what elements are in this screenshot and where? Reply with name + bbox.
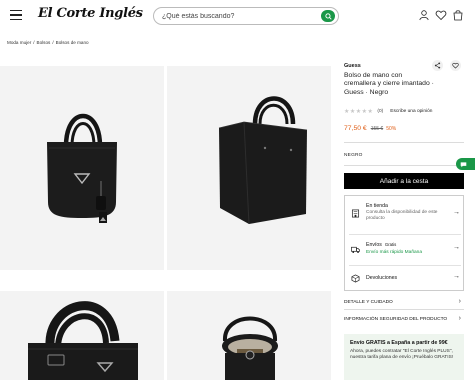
floating-chat-button[interactable] [456, 158, 475, 170]
search-bar[interactable] [153, 7, 339, 25]
share-icon [434, 62, 441, 69]
chevron-right-icon: › [458, 315, 461, 322]
arrow-right-icon: → [453, 209, 460, 216]
accordion-product-safety[interactable]: INFORMACIÓN SEGURIDAD DEL PRODUCTO › [344, 315, 464, 322]
handbag-side-illustration [218, 96, 308, 225]
breadcrumb-item[interactable]: Moda mujer [7, 40, 31, 45]
handbag-front-illustration [47, 113, 117, 223]
handbag-detail-illustration [28, 301, 138, 380]
shipping-promo-banner: Envío GRATIS a España a partir de 99€ Ah… [344, 334, 464, 380]
accordion-detail-care[interactable]: DETALLE Y CUIDADO › [344, 298, 464, 305]
chat-icon [460, 161, 467, 167]
breadcrumb: Moda mujer / Bolsos / Bolsos de mano [7, 40, 89, 45]
divider [344, 142, 464, 143]
rating-stars: ★★★★★ [344, 109, 374, 115]
truck-icon [351, 246, 360, 254]
product-gallery [0, 66, 331, 380]
handbag-inside-illustration [222, 316, 278, 380]
store-option-title: En tienda [366, 203, 388, 209]
shipping-option-title: Envíos Gratis [366, 242, 396, 248]
arrow-right-icon: → [453, 244, 460, 251]
write-review-link[interactable]: Escribe una opinión [390, 109, 432, 114]
product-brand[interactable]: Guess [344, 63, 361, 69]
search-input[interactable] [162, 10, 312, 23]
product-image-side[interactable] [167, 66, 331, 270]
store-availability-option[interactable]: En tienda Consulta la disponibilidad de … [345, 196, 465, 234]
product-image-detail[interactable] [0, 291, 164, 380]
shipping-promo-text: Ahora, puedes contratar "El Corte Inglés… [350, 348, 454, 360]
accordion-detail-label: DETALLE Y CUIDADO [344, 300, 393, 305]
divider [344, 165, 464, 166]
shipping-title-text: Envíos [366, 242, 382, 248]
store-option-subtitle: Consulta la disponibilidad de este produ… [366, 210, 438, 222]
product-image-front[interactable] [0, 66, 164, 270]
arrow-right-icon: → [453, 273, 460, 280]
returns-option-title: Devoluciones [366, 275, 398, 281]
product-title: Bolso de mano con cremallera y cierre im… [344, 72, 434, 96]
discount-badge: 50% [386, 126, 397, 132]
free-shipping-badge: Gratis [384, 242, 397, 247]
chevron-right-icon: › [458, 298, 461, 305]
returns-icon [351, 274, 360, 283]
share-button[interactable] [432, 60, 443, 71]
store-icon [351, 209, 360, 218]
favorite-button[interactable] [450, 60, 461, 71]
selected-color: NEGRO [344, 153, 363, 158]
returns-option[interactable]: Devoluciones → [345, 266, 465, 292]
price-row: 77,50 €155 €50% [344, 125, 396, 132]
site-header: El Corte Inglés [0, 0, 475, 32]
shopping-bag-icon[interactable] [452, 9, 464, 21]
add-to-cart-button[interactable]: Añadir a la cesta [344, 173, 464, 189]
menu-icon[interactable] [10, 10, 22, 21]
breadcrumb-item[interactable]: Bolsos [37, 40, 51, 45]
shipping-option[interactable]: Envíos Gratis Envío más rápido Mañana → [345, 235, 465, 265]
rating-count: (0) [377, 109, 384, 114]
original-price: 155 € [370, 126, 384, 132]
heart-icon[interactable] [435, 9, 447, 21]
accordion-safety-label: INFORMACIÓN SEGURIDAD DEL PRODUCTO [344, 317, 448, 322]
shipping-promo-title: Envío GRATIS a España a partir de 99€ [350, 340, 448, 346]
search-button[interactable] [321, 10, 335, 22]
breadcrumb-item[interactable]: Bolsos de mano [56, 40, 89, 45]
site-logo[interactable]: El Corte Inglés [38, 6, 143, 21]
divider [344, 309, 464, 310]
search-icon [324, 12, 332, 20]
current-price: 77,50 € [344, 125, 367, 132]
shipping-option-subtitle: Envío más rápido Mañana [366, 250, 422, 255]
rating-row: ★★★★★ (0) Escribe una opinión [344, 108, 432, 115]
product-image-inside[interactable] [167, 291, 331, 380]
user-icon[interactable] [418, 9, 430, 21]
heart-icon [452, 62, 459, 69]
delivery-options: En tienda Consulta la disponibilidad de … [344, 195, 464, 291]
